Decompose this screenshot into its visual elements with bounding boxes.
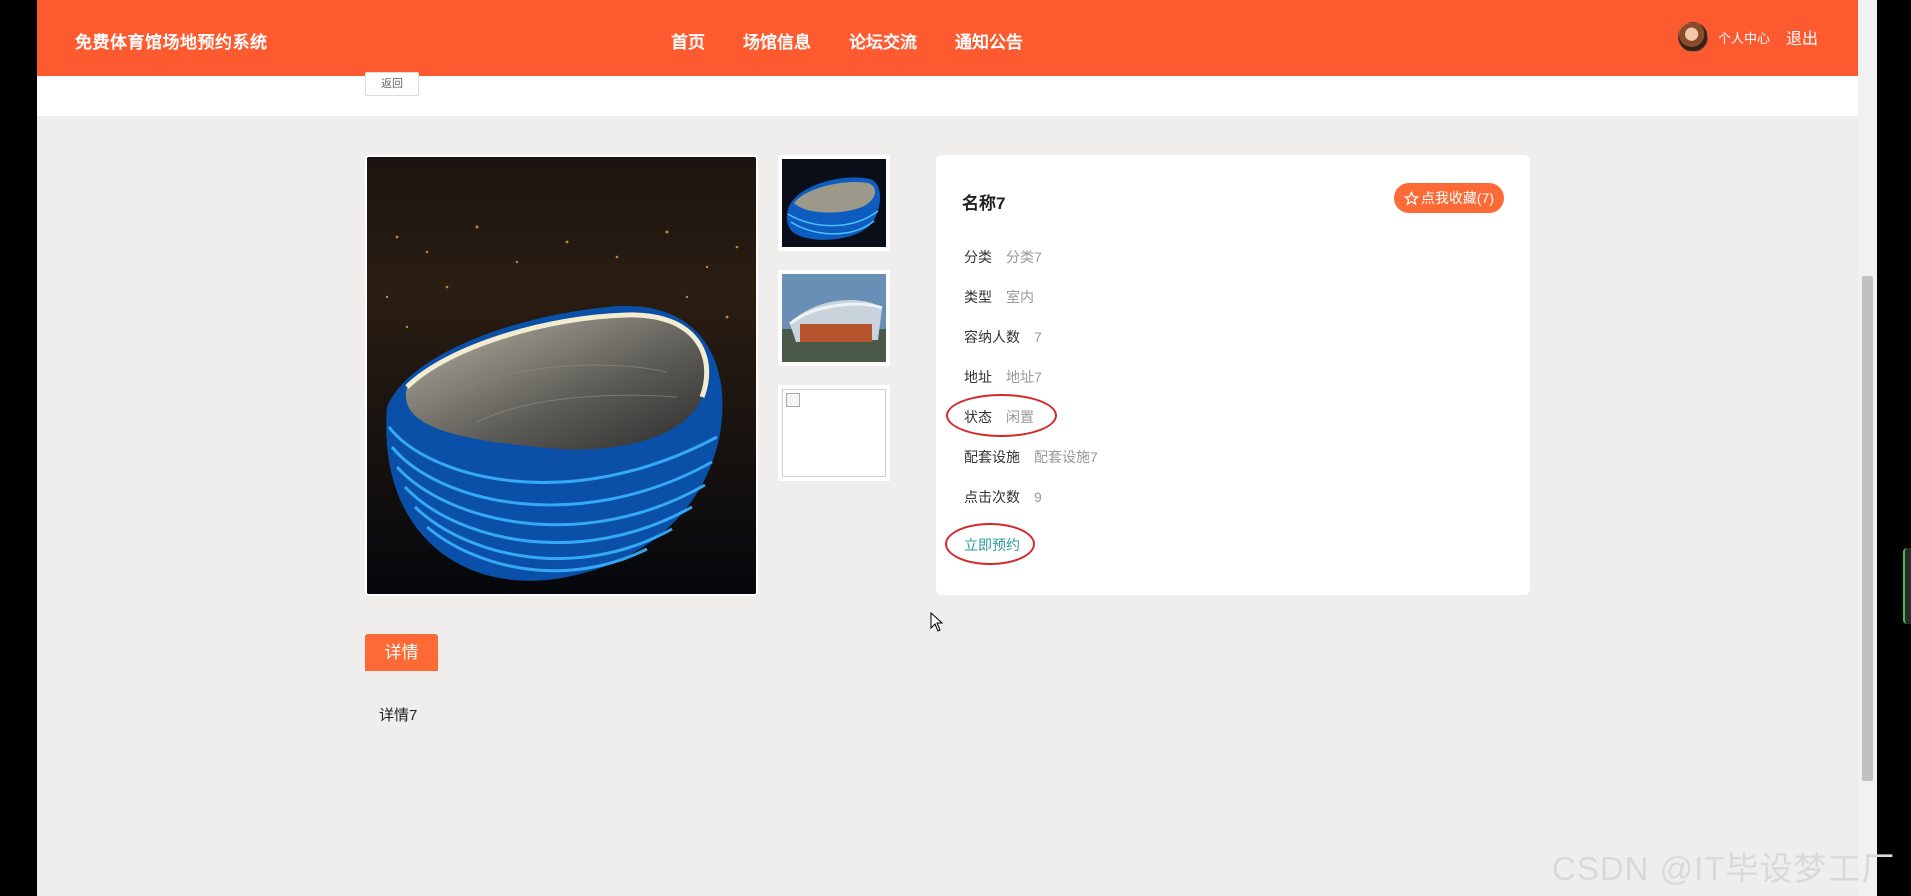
sub-header-strip xyxy=(37,76,1858,116)
stadium-thumb-night xyxy=(782,159,886,247)
field-label: 配套设施 xyxy=(964,449,1020,465)
stadium-night-image xyxy=(367,157,756,594)
field-value: 分类7 xyxy=(1006,249,1042,265)
field-label: 分类 xyxy=(964,249,992,265)
nav-notices[interactable]: 通知公告 xyxy=(955,28,1023,53)
venue-title: 名称7 xyxy=(962,194,1006,213)
scrollbar-thumb[interactable] xyxy=(1862,276,1873,781)
back-button[interactable]: 返回 xyxy=(365,72,419,96)
thumbnail-1[interactable] xyxy=(778,155,890,251)
watermark: CSDN @IT毕设梦工厂 xyxy=(1552,850,1896,887)
main-nav: 首页 场馆信息 论坛交流 通知公告 xyxy=(671,28,1023,53)
field-facilities: 配套设施 配套设施7 xyxy=(964,447,1098,467)
field-label: 点击次数 xyxy=(964,489,1020,505)
field-capacity: 容纳人数 7 xyxy=(964,327,1042,347)
favorite-button[interactable]: 点我收藏(7) xyxy=(1393,183,1504,213)
favorite-label: 点我收藏(7) xyxy=(1420,190,1494,206)
field-value: 地址7 xyxy=(1006,369,1042,385)
logout-link[interactable]: 退出 xyxy=(1786,25,1818,49)
tab-details[interactable]: 详情 xyxy=(365,634,438,671)
venue-main-image xyxy=(365,155,758,596)
field-category: 分类 分类7 xyxy=(964,247,1042,267)
nav-home[interactable]: 首页 xyxy=(671,28,705,53)
broken-image-icon xyxy=(786,393,800,407)
stadium-thumb-day xyxy=(782,274,886,362)
thumbnail-2[interactable] xyxy=(778,270,890,366)
user-center-link[interactable]: 个人中心 xyxy=(1718,28,1770,47)
status-annotation-circle xyxy=(946,394,1057,437)
star-icon xyxy=(1403,190,1419,206)
field-clicks: 点击次数 9 xyxy=(964,487,1042,507)
detail-content: 详情7 xyxy=(379,707,418,724)
field-label: 容纳人数 xyxy=(964,329,1020,345)
avatar[interactable] xyxy=(1677,22,1708,52)
field-label: 地址 xyxy=(964,369,992,385)
site-brand[interactable]: 免费体育馆场地预约系统 xyxy=(75,28,268,53)
field-type: 类型 室内 xyxy=(964,287,1034,307)
thumbnail-3[interactable] xyxy=(778,385,890,481)
field-address: 地址 地址7 xyxy=(964,367,1042,387)
field-value: 室内 xyxy=(1006,289,1034,305)
page: 免费体育馆场地预约系统 首页 场馆信息 论坛交流 通知公告 个人中心 退出 返回 xyxy=(37,0,1858,896)
nav-forum[interactable]: 论坛交流 xyxy=(849,28,917,53)
top-header: 免费体育馆场地预约系统 首页 场馆信息 论坛交流 通知公告 个人中心 退出 xyxy=(37,0,1858,76)
book-annotation-circle xyxy=(945,523,1035,565)
field-value: 配套设施7 xyxy=(1034,449,1098,465)
venue-info-card: 名称7 点我收藏(7) 分类 分类7 类型 室内 容纳人数 7 地址 地址7 状… xyxy=(936,155,1530,595)
edge-widget xyxy=(1903,548,1911,624)
field-label: 类型 xyxy=(964,289,992,305)
field-value: 7 xyxy=(1034,329,1042,345)
user-area: 个人中心 退出 xyxy=(1677,22,1818,52)
field-value: 9 xyxy=(1034,489,1042,505)
mouse-cursor-icon xyxy=(930,612,944,632)
nav-venues[interactable]: 场馆信息 xyxy=(743,28,811,53)
